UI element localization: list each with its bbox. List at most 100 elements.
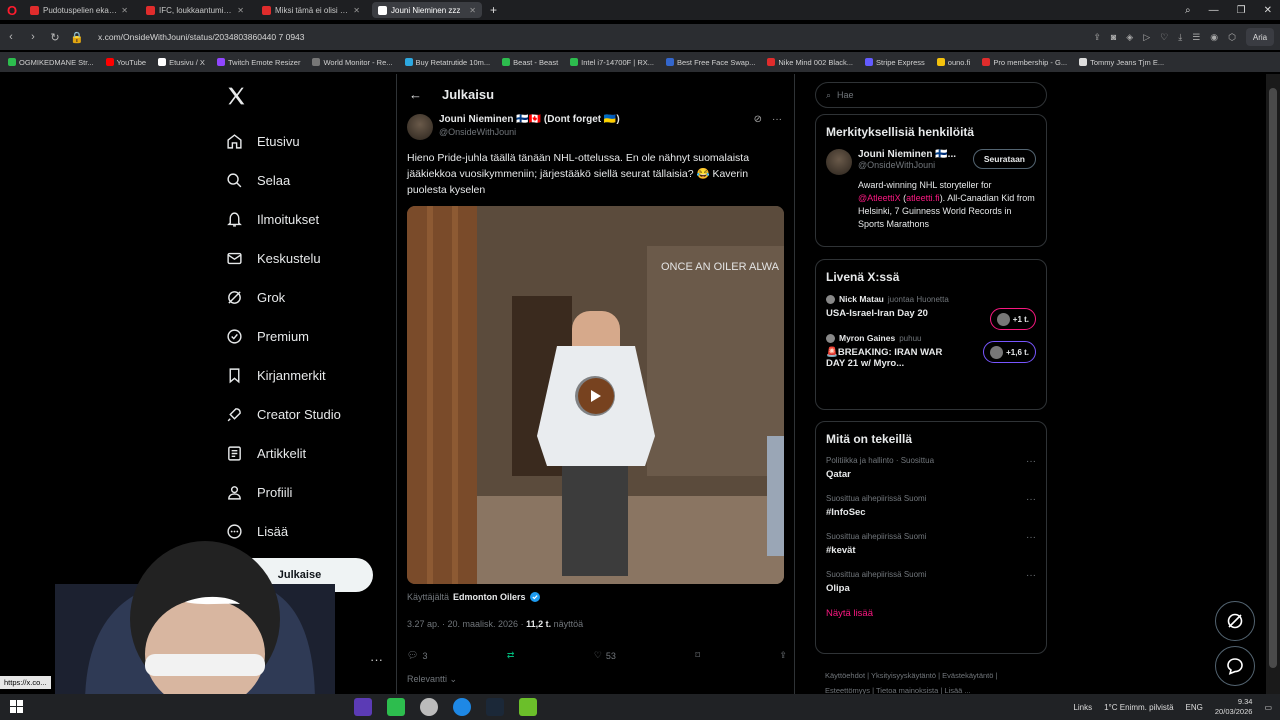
back-arrow-icon[interactable]: ←	[409, 87, 422, 102]
host-name[interactable]: Myron Gaines	[839, 333, 895, 343]
browser-tab[interactable]: Jouni Nieminen zzz ✕	[372, 2, 482, 18]
bookmark-item[interactable]: YouTube	[105, 58, 146, 67]
bookmark-item[interactable]: Twitch Emote Resizer	[216, 58, 300, 67]
account-more-icon[interactable]: ···	[370, 652, 383, 667]
app-icon[interactable]	[519, 698, 537, 716]
live-space-title[interactable]: 🚨BREAKING: IRAN WAR DAY 21 w/ Myro...	[826, 347, 946, 369]
shield-icon[interactable]: ◈	[1126, 32, 1133, 43]
maximize-icon[interactable]: ❐	[1237, 5, 1246, 16]
tweet-author[interactable]: Jouni Nieminen 🇫🇮🇨🇦 (Dont forget 🇺🇦) @On…	[407, 114, 620, 140]
reply-button[interactable]: 💬︎ 3	[407, 650, 427, 661]
edge-icon[interactable]	[453, 698, 471, 716]
avatar[interactable]	[826, 149, 852, 175]
bookmark-item[interactable]: Tommy Jeans Tjm E...	[1079, 58, 1164, 67]
sidebar-item-grok[interactable]: Grok	[226, 278, 341, 317]
sidebar-item-ilmoitukset[interactable]: Ilmoitukset	[226, 200, 341, 239]
show-more-link[interactable]: Näytä lisää	[826, 608, 1036, 619]
url-field[interactable]: x.com/OnsideWithJouni/status/20348038604…	[98, 32, 305, 42]
bookmark-item[interactable]: World Monitor - Re...	[312, 58, 393, 67]
sidebar-item-artikkelit[interactable]: Artikkelit	[226, 434, 341, 473]
reload-icon[interactable]: ↻	[44, 31, 66, 44]
sidebar-item-keskustelu[interactable]: Keskustelu	[226, 239, 341, 278]
tab-close-icon[interactable]: ✕	[121, 6, 128, 15]
following-button[interactable]: Seurataan	[972, 149, 1036, 169]
attribution-name[interactable]: Edmonton Oilers	[453, 592, 526, 602]
sidebar-item-kirjanmerkit[interactable]: Kirjanmerkit	[226, 356, 341, 395]
weather-widget[interactable]: 1°C Enimm. pilvistä	[1104, 703, 1173, 712]
live-space-item[interactable]: Myron Gaines puhuu 🚨BREAKING: IRAN WAR DAY…	[826, 333, 1036, 369]
close-window-icon[interactable]: ✕	[1264, 5, 1272, 16]
tweet-time[interactable]: 3.27 ap. · 20. maalisk. 2026 ·	[407, 619, 524, 629]
trend-item[interactable]: Suosittua aihepiirissä Suomi #InfoSec ···	[826, 494, 1036, 518]
avatar[interactable]	[407, 114, 433, 140]
host-name[interactable]: Nick Matau	[839, 294, 884, 304]
language-indicator[interactable]: ENG	[1186, 703, 1203, 712]
tab-close-icon[interactable]: ✕	[353, 6, 360, 15]
windows-start-icon[interactable]	[10, 700, 24, 714]
tweet-video[interactable]: ONCE AN OILER ALWA	[407, 206, 784, 584]
live-space-title[interactable]: USA-Israel-Iran Day 20	[826, 308, 946, 319]
sidebar-item-profiili[interactable]: Profiili	[226, 473, 341, 512]
sidebar-item-selaa[interactable]: Selaa	[226, 161, 341, 200]
bookmark-item[interactable]: Pro membership - G...	[982, 58, 1067, 67]
download-icon[interactable]: ⤓	[1178, 32, 1182, 43]
grok-icon[interactable]: ⊘	[754, 114, 762, 125]
footer-line-2[interactable]: Esteettömyys | Tietoa mainoksista | Lisä…	[825, 683, 1045, 694]
share-button[interactable]: ⇪	[779, 650, 787, 661]
relevant-user-name[interactable]: Jouni Nieminen 🇫🇮...	[858, 149, 956, 160]
trend-item[interactable]: Suosittua aihepiirissä Suomi Olipa ···	[826, 570, 1036, 594]
minimize-icon[interactable]: —	[1209, 5, 1219, 16]
bookmark-item[interactable]: Etusivu / X	[158, 58, 205, 67]
bookmark-item[interactable]: ounо.fi	[936, 58, 970, 67]
steam-icon[interactable]	[486, 698, 504, 716]
new-tab-icon[interactable]: +	[490, 3, 497, 17]
app-icon[interactable]	[387, 698, 405, 716]
bookmark-item[interactable]: Nike Mind 002 Black...	[767, 58, 853, 67]
grok-fab[interactable]	[1215, 601, 1255, 641]
bookmark-button[interactable]: ⌑	[695, 650, 700, 661]
bookmark-item[interactable]: Beast - Beast	[502, 58, 558, 67]
trend-more-icon[interactable]: ···	[1026, 532, 1036, 543]
footer-line-1[interactable]: Käyttöehdot | Yksityisyyskäytäntö | Eväs…	[825, 668, 1045, 683]
profile-icon[interactable]: ◉	[1210, 32, 1218, 43]
trend-item[interactable]: Politiikka ja hallinto · Suosittua Qatar ·…	[826, 456, 1036, 480]
share-icon[interactable]: ⇪	[1093, 32, 1101, 43]
browser-tab[interactable]: Miksi tämä ei olisi Patrik L✕	[256, 2, 366, 18]
trend-more-icon[interactable]: ···	[1026, 456, 1036, 467]
back-icon[interactable]: ‹	[0, 31, 22, 43]
relevant-user[interactable]: Jouni Nieminen 🇫🇮... @OnsideWithJouni Se…	[826, 149, 1036, 175]
forward-icon[interactable]: ›	[22, 31, 44, 43]
browser-tab[interactable]: IFC, loukkaantuminen & V✕	[140, 2, 250, 18]
like-button[interactable]: ♡ 53	[594, 650, 616, 661]
retweet-button[interactable]: ⇄	[507, 650, 515, 661]
x-logo-icon[interactable]	[225, 86, 247, 106]
app-icon[interactable]	[354, 698, 372, 716]
author-handle[interactable]: @OnsideWithJouni	[439, 127, 620, 137]
listeners-pill[interactable]: +1 t.	[989, 308, 1036, 330]
play-icon[interactable]: ▷	[1143, 32, 1150, 43]
trend-more-icon[interactable]: ···	[1026, 570, 1036, 581]
sidebar-item-premium[interactable]: Premium	[226, 317, 341, 356]
search-input[interactable]: ⌕ Hae	[815, 82, 1047, 108]
aria-button[interactable]: Aria	[1246, 28, 1274, 46]
play-button[interactable]	[575, 376, 615, 416]
search-tabs-icon[interactable]: ⌕	[1185, 5, 1191, 16]
links-toolbar[interactable]: Links	[1073, 703, 1092, 712]
bookmark-item[interactable]: Best Free Face Swap...	[666, 58, 755, 67]
scrollbar-thumb[interactable]	[1269, 88, 1277, 668]
notifications-icon[interactable]: ▭	[1264, 703, 1272, 712]
bookmark-item[interactable]: Buy Retatrutide 10m...	[404, 58, 490, 67]
menu-icon[interactable]: ☰	[1192, 32, 1200, 43]
bookmark-item[interactable]: Stripe Express	[865, 58, 925, 67]
trend-item[interactable]: Suosittua aihepiirissä Suomi #kevät ···	[826, 532, 1036, 556]
bookmark-item[interactable]: Intel i7-14700F | RX...	[570, 58, 654, 67]
sidebar-item-creator-studio[interactable]: Creator Studio	[226, 395, 341, 434]
more-icon[interactable]: ···	[772, 114, 782, 125]
live-space-item[interactable]: Nick Matau juontaa Huonetta USA-Israel-Ira…	[826, 294, 1036, 330]
listeners-pill[interactable]: +1,6 t.	[983, 341, 1036, 363]
opera-logo-icon[interactable]: O	[0, 0, 24, 20]
messages-fab[interactable]	[1215, 646, 1255, 686]
clock[interactable]: 9.34 20/03/2026	[1215, 697, 1253, 717]
heart-icon[interactable]: ♡	[1160, 32, 1168, 43]
page-scrollbar[interactable]	[1266, 74, 1280, 694]
